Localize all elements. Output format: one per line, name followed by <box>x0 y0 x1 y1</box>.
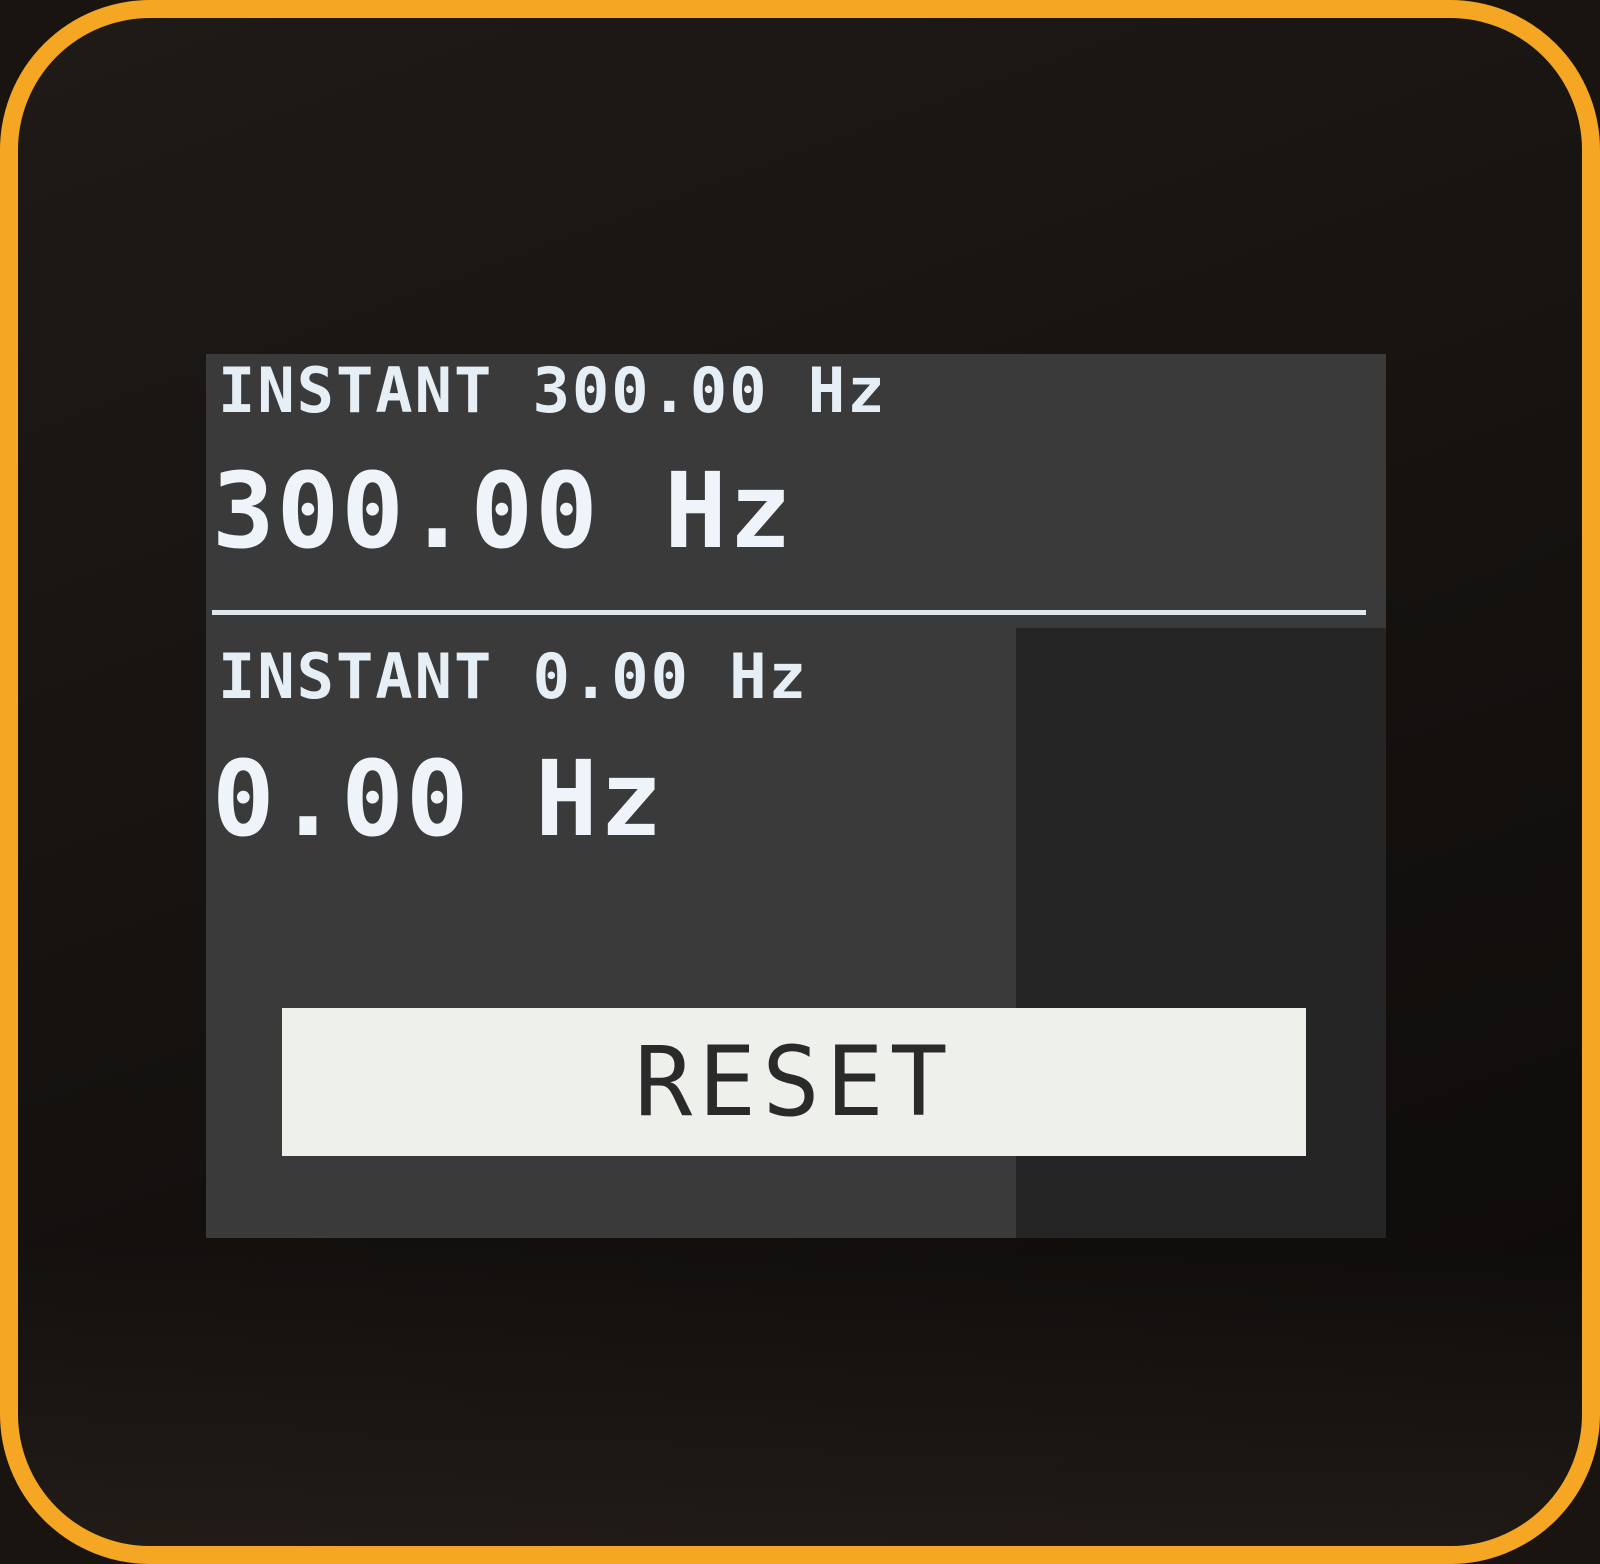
channel-1-frequency-value: 300.00 Hz <box>212 450 794 572</box>
screen-reflection <box>18 1248 1582 1546</box>
display-screen: INSTANT 300.00 Hz 300.00 Hz INSTANT 0.00… <box>206 354 1386 1238</box>
channel-2-frequency-value: 0.00 Hz <box>212 738 665 860</box>
reset-button[interactable]: RESET <box>282 1008 1306 1156</box>
channel-1-instant-label: INSTANT 300.00 Hz <box>218 354 887 427</box>
device-bezel: INSTANT 300.00 Hz 300.00 Hz INSTANT 0.00… <box>0 0 1600 1564</box>
channel-divider <box>212 610 1366 615</box>
channel-2-instant-label: INSTANT 0.00 Hz <box>218 640 808 713</box>
